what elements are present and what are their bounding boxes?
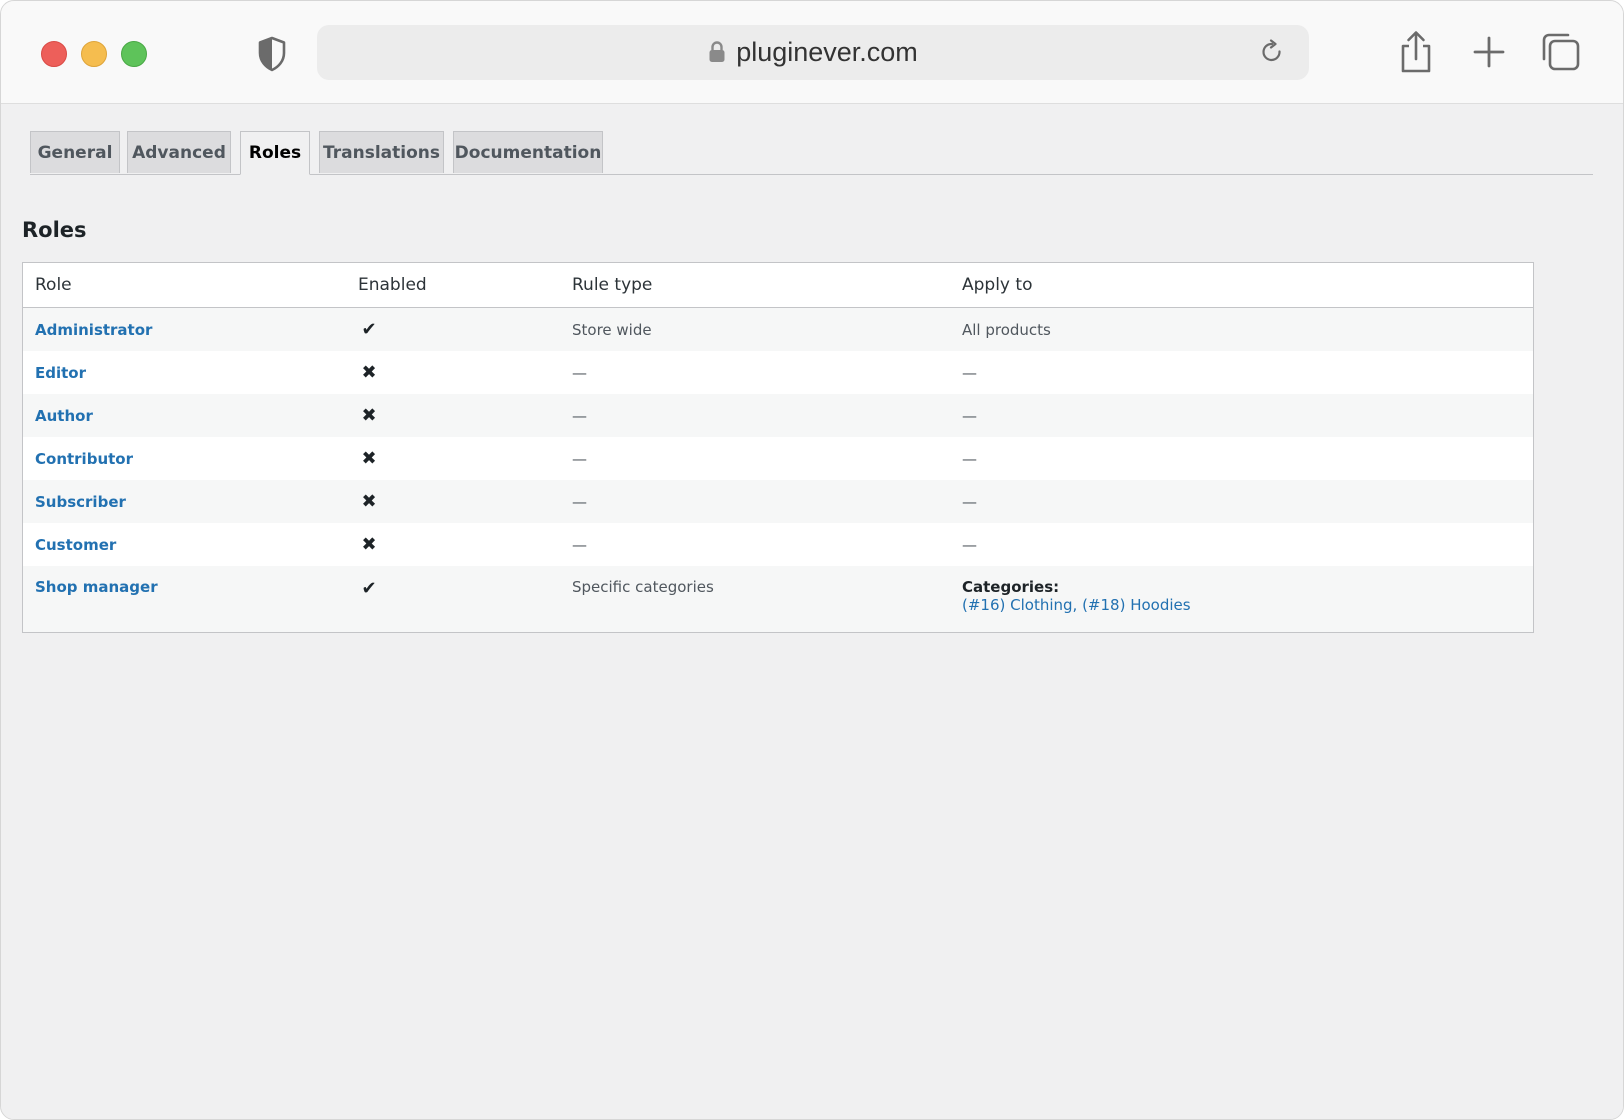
table-row: Shop manager ✔ Specific categories Categ… (23, 566, 1533, 632)
address-bar[interactable]: pluginever.com (317, 25, 1309, 80)
disabled-cross-icon: ✖ (361, 534, 377, 555)
rule-type-cell: — (572, 492, 587, 511)
role-link-contributor[interactable]: Contributor (35, 450, 133, 468)
apply-to-cell: — (962, 406, 977, 425)
disabled-cross-icon: ✖ (361, 491, 377, 512)
tab-translations[interactable]: Translations (319, 131, 444, 173)
rule-type-cell: — (572, 363, 587, 382)
enabled-check-icon: ✔ (361, 319, 377, 340)
apply-to-cell: — (962, 492, 977, 511)
browser-toolbar: pluginever.com (1, 1, 1623, 104)
table-row: Author ✖ — — (23, 394, 1533, 437)
reload-icon[interactable] (1259, 39, 1285, 65)
apply-to-cell: — (962, 535, 977, 554)
page-content: General Advanced Roles Translations Docu… (1, 104, 1623, 1119)
table-row: Subscriber ✖ — — (23, 480, 1533, 523)
zoom-window-button[interactable] (121, 41, 147, 67)
share-icon[interactable] (1394, 29, 1438, 75)
tab-overview-icon[interactable] (1539, 29, 1583, 75)
category-separator: , (1072, 596, 1083, 614)
rule-type-cell: — (572, 535, 587, 554)
role-link-administrator[interactable]: Administrator (35, 321, 152, 339)
close-window-button[interactable] (41, 41, 67, 67)
settings-tabs: General Advanced Roles Translations Docu… (30, 129, 1593, 175)
column-header-rule-type: Rule type (560, 263, 950, 308)
role-link-customer[interactable]: Customer (35, 536, 116, 554)
disabled-cross-icon: ✖ (361, 448, 377, 469)
tab-documentation[interactable]: Documentation (453, 131, 603, 173)
category-link-clothing[interactable]: (#16) Clothing (962, 596, 1073, 614)
disabled-cross-icon: ✖ (361, 362, 377, 383)
table-header-row: Role Enabled Rule type Apply to (23, 263, 1533, 308)
apply-to-cell: All products (962, 320, 1051, 339)
url-text: pluginever.com (736, 37, 918, 67)
tab-general[interactable]: General (30, 131, 120, 173)
tab-roles[interactable]: Roles (240, 131, 310, 175)
column-header-role: Role (23, 263, 346, 308)
rule-type-cell: Store wide (572, 320, 652, 339)
rule-type-cell: — (572, 406, 587, 425)
table-row: Administrator ✔ Store wide All products (23, 307, 1533, 351)
new-tab-icon[interactable] (1467, 29, 1511, 75)
role-link-shop-manager[interactable]: Shop manager (35, 578, 158, 596)
role-link-editor[interactable]: Editor (35, 364, 86, 382)
tab-advanced[interactable]: Advanced (127, 131, 231, 173)
section-title: Roles (22, 218, 87, 242)
category-link-hoodies[interactable]: (#18) Hoodies (1082, 596, 1191, 614)
privacy-shield-icon[interactable] (257, 36, 287, 72)
categories-label: Categories: (962, 578, 1060, 596)
roles-table: Role Enabled Rule type Apply to Administ… (22, 262, 1534, 633)
apply-to-cell: Categories: (#16) Clothing, (#18) Hoodie… (950, 566, 1533, 632)
lock-icon (709, 40, 725, 62)
role-link-author[interactable]: Author (35, 407, 93, 425)
rule-type-cell: Specific categories (572, 578, 714, 596)
rule-type-cell: — (572, 449, 587, 468)
table-row: Editor ✖ — — (23, 351, 1533, 394)
table-row: Contributor ✖ — — (23, 437, 1533, 480)
enabled-check-icon: ✔ (361, 578, 377, 599)
role-link-subscriber[interactable]: Subscriber (35, 493, 126, 511)
column-header-enabled: Enabled (346, 263, 560, 308)
disabled-cross-icon: ✖ (361, 405, 377, 426)
column-header-apply-to: Apply to (950, 263, 1533, 308)
browser-window: pluginever.com General Advanced Roles Tr… (0, 0, 1624, 1120)
minimize-window-button[interactable] (81, 41, 107, 67)
table-row: Customer ✖ — — (23, 523, 1533, 566)
apply-to-cell: — (962, 449, 977, 468)
apply-to-cell: — (962, 363, 977, 382)
